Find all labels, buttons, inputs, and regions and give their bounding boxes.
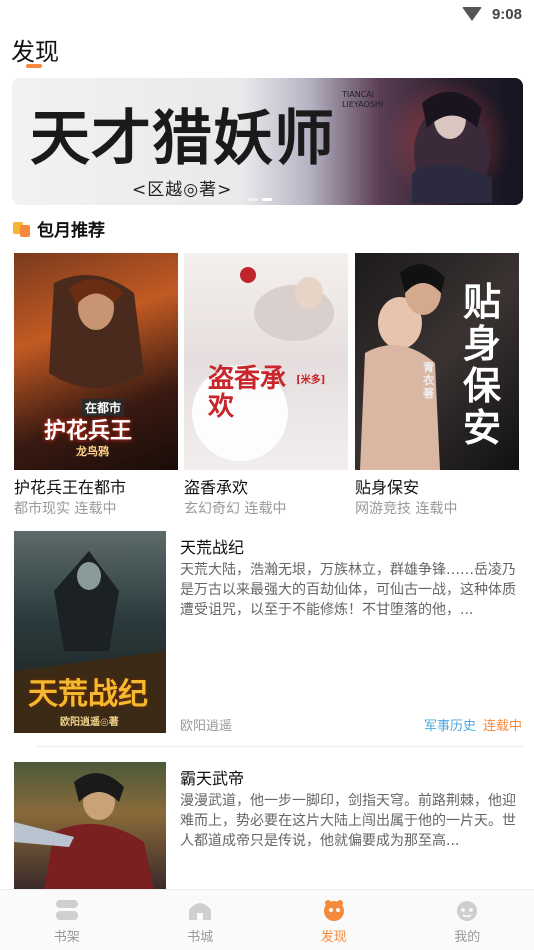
tab-label: 书城 [187, 926, 213, 945]
book-cover[interactable]: 天荒战纪 欧阳逍遥◎著 [14, 531, 166, 733]
banner-title: 天才猎妖师 [30, 90, 335, 177]
cover-title: 盗香承欢 [208, 365, 298, 421]
banner-english-title: TIANCAI LIEYAOSHI [342, 90, 382, 110]
status-time: 9:08 [492, 6, 522, 23]
profile-icon [454, 898, 480, 922]
cover-subtitle: 青衣著 [423, 361, 437, 400]
bottom-tab-bar: 书架 书城 发现 我的 [0, 889, 534, 950]
bookshelf-icon [54, 898, 80, 922]
recommend-icon [13, 220, 31, 238]
cover-title: 贴身保安 [463, 281, 507, 449]
book-title[interactable]: 天荒战纪 [180, 534, 244, 558]
category-tag[interactable]: 军事历史 [424, 715, 476, 734]
page-title: 发现 [11, 32, 523, 67]
bookstore-icon [187, 898, 213, 922]
book-cover[interactable]: 贴身保安 青衣著 [355, 253, 519, 470]
cover-title: 护花兵王 [44, 413, 132, 445]
tab-discover[interactable]: 发现 [267, 890, 401, 950]
book-title[interactable]: 盗香承欢 [184, 474, 248, 498]
book-description: 漫漫武道，他一步一脚印，剑指天穹。前路荆棘，他迎难而上，势必要在这片大陆上闯出属… [180, 791, 518, 851]
book-title[interactable]: 霸天武帝 [180, 765, 244, 789]
discover-icon [321, 898, 347, 922]
cover-art [14, 762, 166, 889]
title-underline [26, 64, 42, 68]
tab-bookshelf[interactable]: 书架 [0, 890, 134, 950]
book-meta: 玄幻奇幻 连载中 [184, 498, 286, 518]
tab-label: 书架 [54, 926, 80, 945]
status-tag: 连载中 [483, 715, 522, 734]
book-description: 天荒大陆，浩瀚无垠，万族林立，群雄争锋……岳凌乃是万古以来最强大的百劫仙体，可仙… [180, 560, 518, 620]
cover-art [184, 253, 348, 470]
tab-label: 我的 [454, 926, 480, 945]
banner-carousel[interactable]: 天才猎妖师 <区越◎著> TIANCAI LIEYAOSHI [12, 78, 523, 205]
tab-label: 发现 [321, 926, 347, 945]
page-header: 发现 [0, 28, 534, 76]
section-title: 包月推荐 [37, 216, 105, 241]
book-cover[interactable]: 在都市 护花兵王 龙鸟鸦 [14, 253, 178, 470]
list-divider [36, 746, 524, 747]
cover-subtitle: [米多] [296, 371, 325, 386]
section-header: 包月推荐 [13, 216, 105, 241]
banner-author: <区越◎著> [132, 175, 232, 200]
carousel-dot [248, 198, 258, 201]
banner-character-art [392, 83, 512, 203]
book-cover[interactable] [14, 762, 166, 889]
cover-author: 欧阳逍遥◎著 [60, 713, 119, 728]
book-title[interactable]: 贴身保安 [355, 474, 419, 498]
book-meta: 都市现实 连载中 [14, 498, 116, 518]
book-title[interactable]: 护花兵王在都市 [14, 474, 126, 498]
carousel-indicator [248, 198, 272, 201]
book-cover[interactable]: 盗香承欢 [米多] [184, 253, 348, 470]
status-bar: 9:08 [0, 0, 534, 28]
tab-profile[interactable]: 我的 [401, 890, 534, 950]
cover-author: 龙鸟鸦 [76, 443, 109, 459]
carousel-dot-active [262, 198, 272, 201]
cover-title: 天荒战纪 [28, 669, 148, 713]
book-meta: 网游竞技 连载中 [355, 498, 457, 518]
book-author: 欧阳逍遥 [180, 715, 232, 734]
wifi-icon [462, 7, 482, 21]
tab-bookstore[interactable]: 书城 [134, 890, 268, 950]
